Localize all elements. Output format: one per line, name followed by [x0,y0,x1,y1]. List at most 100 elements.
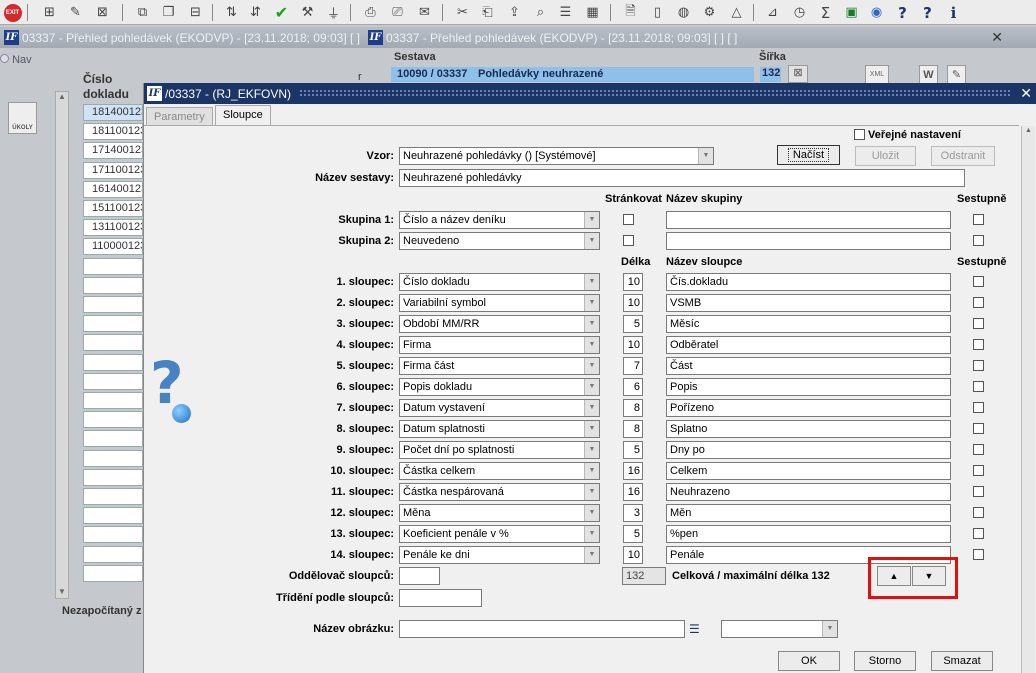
column-name-input[interactable]: Neuhrazeno [666,483,951,501]
report-action-icon[interactable]: ⊠ [788,65,808,83]
column-select[interactable]: Variabilní symbol ▼ [399,294,600,312]
column-descending-checkbox[interactable] [973,318,984,329]
copy-record-icon[interactable]: ⧉ [133,3,152,22]
export-icon[interactable]: ⇪ [505,3,524,22]
image-name-input[interactable] [399,620,685,638]
column-select[interactable]: Částka celkem ▼ [399,462,600,480]
group-paging-checkbox[interactable] [623,235,634,246]
document-icon[interactable]: 🗎 [621,3,640,22]
column-select[interactable]: Datum vystavení ▼ [399,399,600,417]
column-name-input[interactable]: Celkem [666,462,951,480]
column-length-input[interactable]: 16 [623,483,643,501]
column-name-input[interactable]: Odběratel [666,336,951,354]
table-row[interactable] [83,449,143,467]
tasks-panel-button[interactable]: ÚKOLY [8,102,37,134]
column-length-input[interactable]: 8 [623,399,643,417]
table-row[interactable] [83,545,143,563]
column-descending-checkbox[interactable] [973,528,984,539]
table-row[interactable] [83,353,143,371]
column-length-input[interactable]: 6 [623,378,643,396]
public-setting-checkbox[interactable] [854,129,865,140]
edit-record-icon[interactable]: ✎ [66,3,85,22]
table-row[interactable]: 161400123 [83,180,143,198]
exit-icon[interactable]: EXIT [3,3,22,22]
table-row[interactable] [83,507,143,525]
table-row[interactable]: 181100123 [83,123,143,141]
add-record-icon[interactable]: ⊞ [40,3,59,22]
table-row[interactable] [83,276,143,294]
table-row[interactable] [83,334,143,352]
tab-parameters[interactable]: Parametry [146,107,213,126]
remove-icon[interactable]: ⊟ [186,3,205,22]
column-select[interactable]: Počet dní po splatnosti ▼ [399,441,600,459]
group-name-input[interactable] [666,211,951,229]
table-row[interactable]: 171100123 [83,161,143,179]
table-row[interactable] [83,430,143,448]
table-row[interactable] [83,526,143,544]
table-row[interactable] [83,564,143,582]
column-length-input[interactable]: 10 [623,336,643,354]
column-select[interactable]: Koeficient penále v % ▼ [399,525,600,543]
column-select[interactable]: Firma část ▼ [399,357,600,375]
sort-ascending-icon[interactable]: ⇅ [222,3,241,22]
info-icon[interactable]: i [944,3,963,22]
column-length-input[interactable]: 10 [623,546,643,564]
table-row[interactable] [83,468,143,486]
column-descending-checkbox[interactable] [973,444,984,455]
help-question-icon[interactable]: ? [893,3,912,22]
group-descending-checkbox[interactable] [973,214,984,225]
clock-icon[interactable]: ◷ [790,3,809,22]
report-row-selected[interactable]: 10090 / 03337 Pohledávky neuhrazené [391,67,754,82]
word-export-icon[interactable]: W [919,65,938,85]
table-row[interactable] [83,488,143,505]
table-row[interactable] [83,296,143,313]
table-row[interactable]: 171400123 [83,142,143,160]
save-button[interactable]: Uložit [855,146,916,166]
column-name-input[interactable]: Měn [666,504,951,522]
delete-button[interactable]: Smazat [931,651,993,671]
table-row[interactable] [83,257,143,275]
column-length-input[interactable]: 3 [623,504,643,522]
column-descending-checkbox[interactable] [973,507,984,518]
move-up-button[interactable]: ▲ [877,566,911,586]
grid-icon[interactable]: ▦ [583,3,602,22]
globe-icon[interactable]: ◍ [674,3,693,22]
column-name-input[interactable]: Splatno [666,420,951,438]
settings-gear-icon[interactable]: ⚙ [700,3,719,22]
warning-icon[interactable]: △ [727,3,746,22]
column-descending-checkbox[interactable] [973,465,984,476]
column-name-input[interactable]: Dny po [666,441,951,459]
scroll-up-icon[interactable]: ▲ [56,92,68,101]
column-length-input[interactable]: 16 [623,462,643,480]
table-row[interactable] [83,392,143,409]
column-descending-checkbox[interactable] [973,339,984,350]
xml-export-icon[interactable]: XML [865,65,889,85]
duplicate-icon[interactable]: ❐ [159,3,178,22]
column-descending-checkbox[interactable] [973,381,984,392]
ok-button[interactable]: OK [778,651,840,671]
column-name-input[interactable]: Pořízeno [666,399,951,417]
tab-columns[interactable]: Sloupce [215,105,271,126]
scroll-down-icon[interactable]: ▼ [55,587,69,599]
cancel-button[interactable]: Storno [854,651,916,671]
template-select[interactable]: Neuhrazené pohledávky () [Systémové] ▼ [399,147,714,165]
page-icon[interactable]: ▯ [648,3,667,22]
dialog-close-icon[interactable]: ✕ [1020,85,1032,102]
nav-radio[interactable]: Nav [0,54,32,66]
column-name-input[interactable]: Popis [666,378,951,396]
filter-icon[interactable]: ⏚ [324,3,343,22]
group-select[interactable]: Číslo a název deníku ▼ [399,211,600,229]
group-name-input[interactable] [666,232,951,250]
column-length-input[interactable]: 10 [623,273,643,291]
close-icon[interactable]: ✕ [991,29,1003,46]
list-scrollbar[interactable]: ▲ [55,91,69,599]
report-name-input[interactable]: Neuhrazené pohledávky [399,169,965,187]
print-preview-icon[interactable]: ⎚ [388,3,407,22]
column-length-input[interactable]: 5 [623,441,643,459]
table-row[interactable]: 131100123 [83,219,143,237]
confirm-check-icon[interactable]: ✔ [272,3,291,22]
separator-input[interactable] [399,567,440,585]
column-length-input[interactable]: 5 [623,315,643,333]
table-row[interactable] [83,315,143,333]
column-descending-checkbox[interactable] [973,297,984,308]
